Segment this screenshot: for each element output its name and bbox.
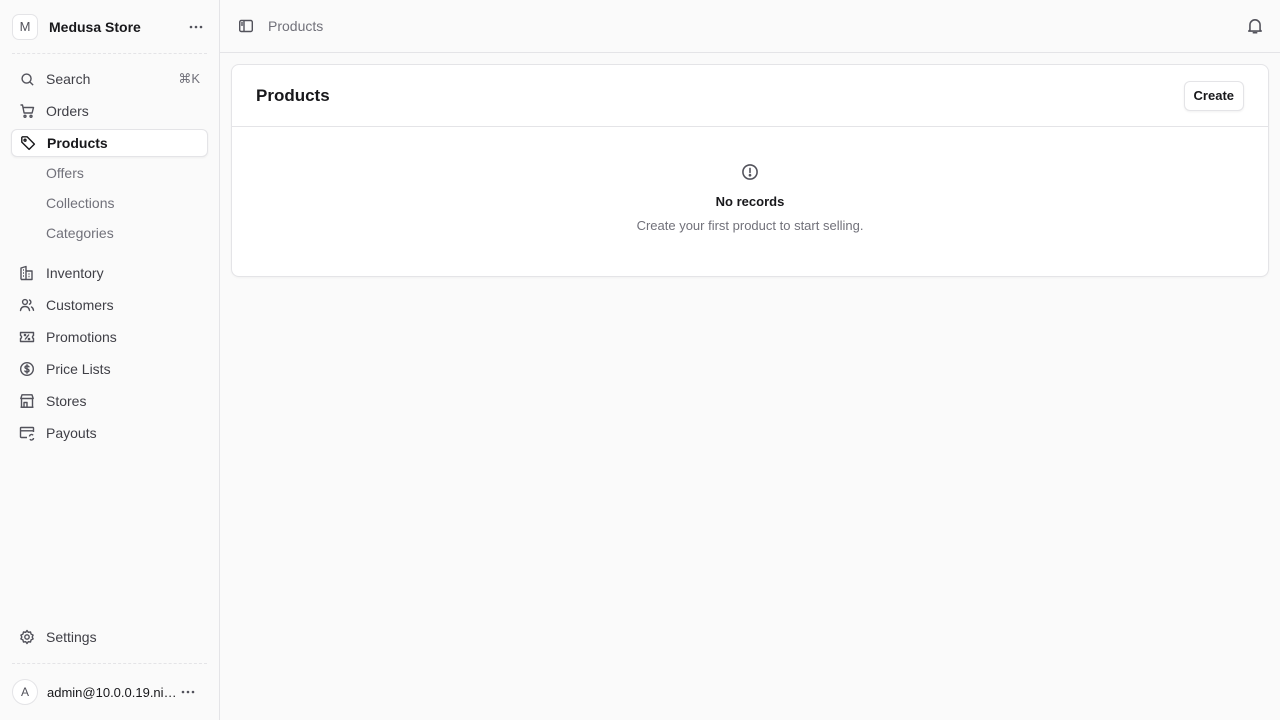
breadcrumb[interactable]: Products [268, 18, 323, 34]
store-menu-button[interactable] [185, 16, 207, 38]
sidebar-item-settings[interactable]: Settings [11, 623, 208, 651]
sidebar-item-orders[interactable]: Orders [11, 97, 208, 125]
user-menu[interactable]: A admin@10.0.0.19.nip... [0, 672, 219, 712]
sidebar-item-label: Search [46, 71, 91, 87]
sidebar-subitem-offers[interactable]: Offers [46, 163, 84, 183]
avatar: A [12, 679, 38, 705]
empty-state-subtitle: Create your first product to start selli… [636, 218, 864, 233]
divider [12, 53, 207, 54]
building-store-icon [19, 393, 35, 409]
sidebar-toggle-button[interactable] [236, 16, 256, 36]
building-storage-icon [19, 265, 35, 281]
sidebar-item-label: Customers [46, 297, 114, 313]
search-icon [19, 71, 35, 87]
sidebar-item-products[interactable]: Products [11, 129, 208, 157]
search-shortcut: ⌘K [178, 71, 200, 86]
sidebar-item-stores[interactable]: Stores [11, 387, 208, 415]
sidebar-subitem-categories[interactable]: Categories [46, 223, 114, 243]
receipt-percent-icon [19, 329, 35, 345]
more-horizontal-icon [189, 25, 203, 28]
store-name: Medusa Store [49, 18, 141, 35]
user-email: admin@10.0.0.19.nip... [47, 684, 177, 700]
divider [12, 663, 207, 664]
notifications-button[interactable] [1246, 17, 1264, 35]
sidebar-item-label: Payouts [46, 425, 97, 441]
sidebar-item-label: Orders [46, 103, 89, 119]
sidebar-item-payouts[interactable]: Payouts [11, 419, 208, 447]
bell-icon [1248, 19, 1262, 34]
sidebar-item-label: Settings [46, 629, 97, 645]
sidebar: M Medusa Store Search ⌘K Orders Products… [0, 0, 220, 720]
sidebar-item-search[interactable]: Search ⌘K [11, 65, 208, 93]
page-title: Products [256, 85, 330, 105]
sidebar-item-label: Inventory [46, 265, 104, 281]
sidebar-item-price-lists[interactable]: Price Lists [11, 355, 208, 383]
card-header: Products Create [232, 65, 1268, 127]
store-switcher[interactable]: M Medusa Store [0, 0, 219, 53]
currency-dollar-icon [19, 361, 35, 377]
tag-icon [20, 135, 36, 151]
empty-state-title: No records [715, 194, 785, 209]
more-horizontal-icon [181, 690, 195, 694]
credit-card-refresh-icon [19, 425, 35, 441]
sidebar-item-promotions[interactable]: Promotions [11, 323, 208, 351]
sidebar-item-label: Products [47, 135, 108, 151]
exclamation-circle-icon [742, 164, 758, 180]
products-card: Products Create No records Create your f… [231, 64, 1269, 277]
sidebar-item-label: Promotions [46, 329, 117, 345]
gear-icon [19, 629, 35, 645]
create-button[interactable]: Create [1183, 80, 1244, 111]
users-icon [19, 297, 35, 313]
topbar: Products [220, 0, 1280, 53]
store-avatar: M [12, 13, 38, 40]
shopping-cart-icon [19, 103, 35, 119]
sidebar-item-inventory[interactable]: Inventory [11, 259, 208, 287]
sidebar-item-label: Stores [46, 393, 87, 409]
empty-state: No records Create your first product to … [232, 163, 1268, 233]
sidebar-item-customers[interactable]: Customers [11, 291, 208, 319]
sidebar-subitem-collections[interactable]: Collections [46, 193, 114, 213]
user-menu-button[interactable] [177, 681, 199, 703]
sidebar-toggle-icon [239, 19, 254, 33]
sidebar-item-label: Price Lists [46, 361, 111, 377]
